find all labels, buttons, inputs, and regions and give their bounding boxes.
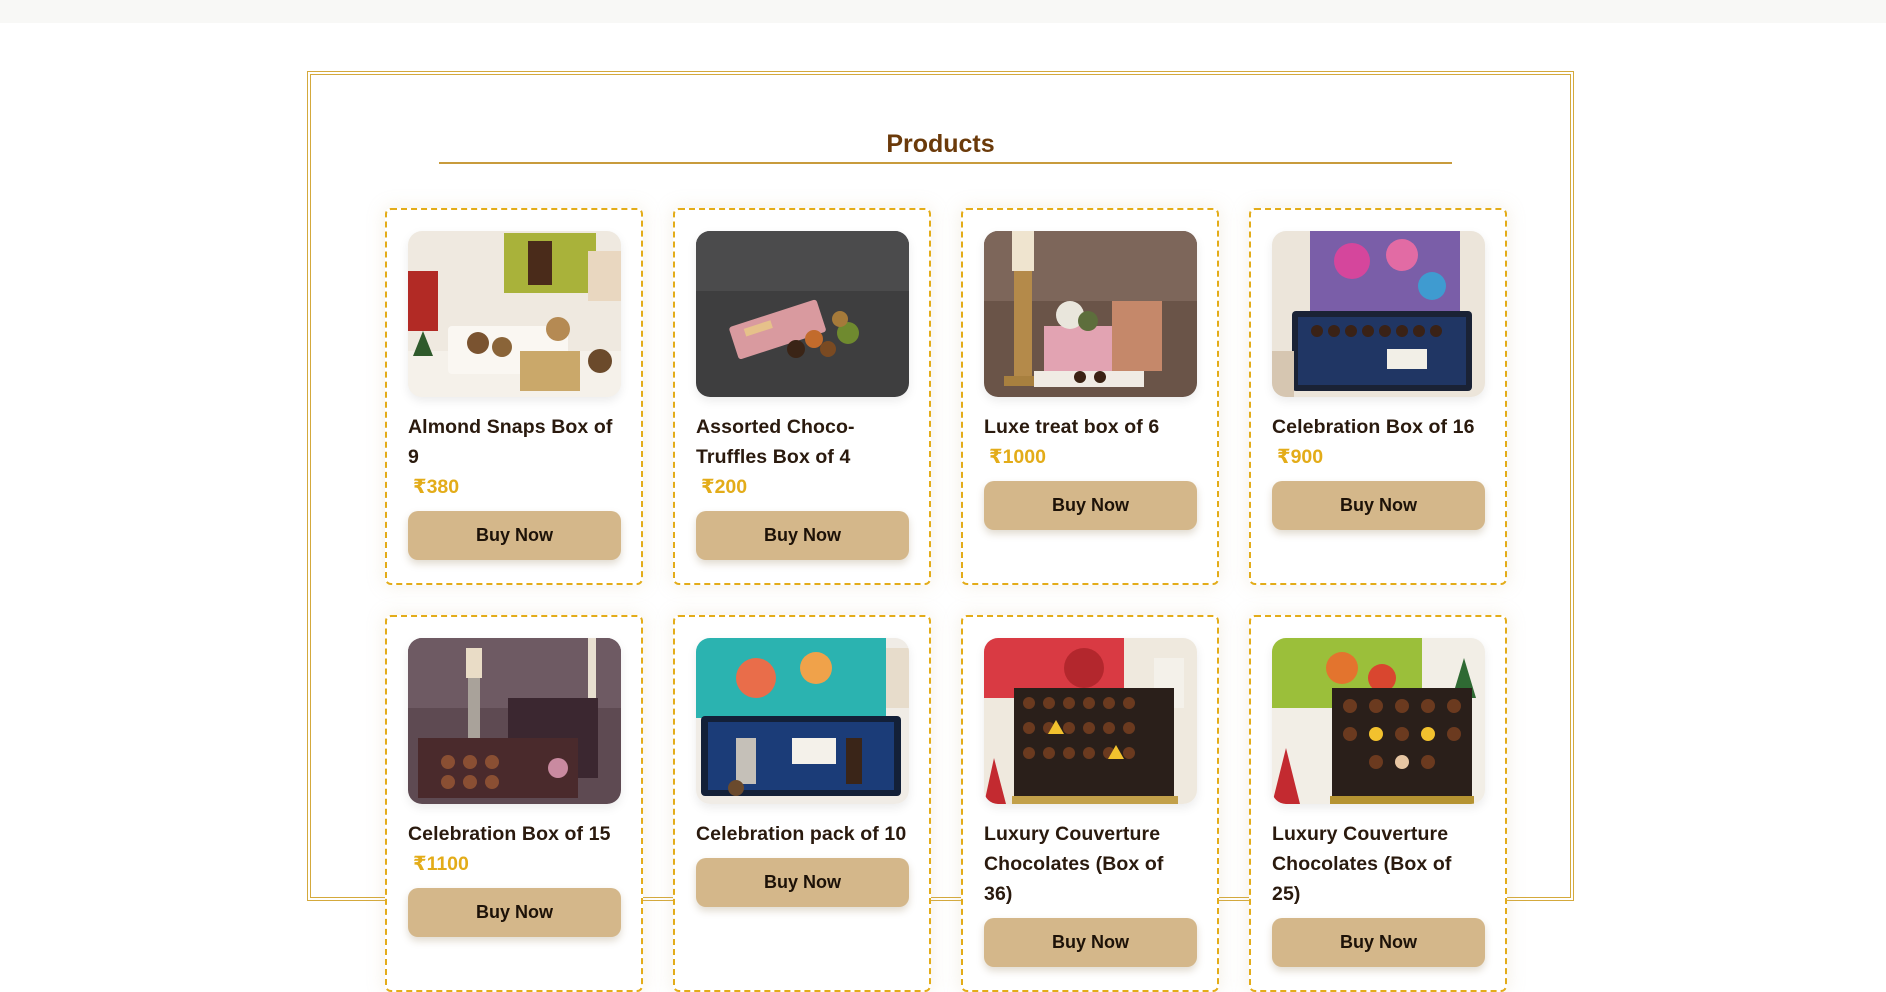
product-image-choco-truffles[interactable] [696,231,909,397]
buy-now-button[interactable]: Buy Now [408,511,621,560]
product-image-luxury-couverture-36[interactable] [984,638,1197,804]
buy-now-button[interactable]: Buy Now [984,918,1197,967]
product-price: ₹1100 [413,853,469,875]
product-card: Celebration Box of 16 ₹900 Buy Now [1249,208,1507,585]
product-card: Almond Snaps Box of 9 ₹380 Buy Now [385,208,643,585]
title-divider [439,162,1452,164]
product-image-celebration-pack-10[interactable] [696,638,909,804]
buy-now-button[interactable]: Buy Now [696,511,909,560]
product-name: Luxury Couverture Chocolates (Box of 25) [1272,823,1452,905]
product-price: ₹1000 [989,446,1046,468]
product-image-celebration-15[interactable] [408,638,621,804]
top-bar [0,0,1886,23]
product-image-luxe-treat[interactable] [984,231,1197,397]
product-card: Assorted Choco-Truffles Box of 4 ₹200 Bu… [673,208,931,585]
product-card: Luxe treat box of 6 ₹1000 Buy Now [961,208,1219,585]
product-card: Luxury Couverture Chocolates (Box of 36)… [961,615,1219,992]
product-grid: Almond Snaps Box of 9 ₹380 Buy Now Assor… [385,208,1507,992]
product-card: Luxury Couverture Chocolates (Box of 25)… [1249,615,1507,992]
products-section: Products Almond Snaps Box of 9 ₹380 Buy … [307,71,1574,992]
product-name: Celebration Box of 16 [1272,416,1475,438]
product-name: Assorted Choco-Truffles Box of 4 [696,416,855,468]
product-name: Celebration pack of 10 [696,823,907,845]
product-name: Luxury Couverture Chocolates (Box of 36) [984,823,1164,905]
product-price: ₹900 [1277,446,1324,468]
product-name: Luxe treat box of 6 [984,416,1160,438]
product-card: Celebration pack of 10 Buy Now [673,615,931,992]
product-price: ₹380 [413,476,460,498]
product-price: ₹200 [701,476,748,498]
product-image-almond-snaps[interactable] [408,231,621,397]
product-image-celebration-16[interactable] [1272,231,1485,397]
section-title: Products [886,130,995,158]
product-image-luxury-couverture-25[interactable] [1272,638,1485,804]
product-card: Celebration Box of 15 ₹1100 Buy Now [385,615,643,992]
buy-now-button[interactable]: Buy Now [408,888,621,937]
buy-now-button[interactable]: Buy Now [1272,481,1485,530]
buy-now-button[interactable]: Buy Now [696,858,909,907]
product-name: Celebration Box of 15 [408,823,611,845]
buy-now-button[interactable]: Buy Now [984,481,1197,530]
buy-now-button[interactable]: Buy Now [1272,918,1485,967]
product-name: Almond Snaps Box of 9 [408,416,613,468]
